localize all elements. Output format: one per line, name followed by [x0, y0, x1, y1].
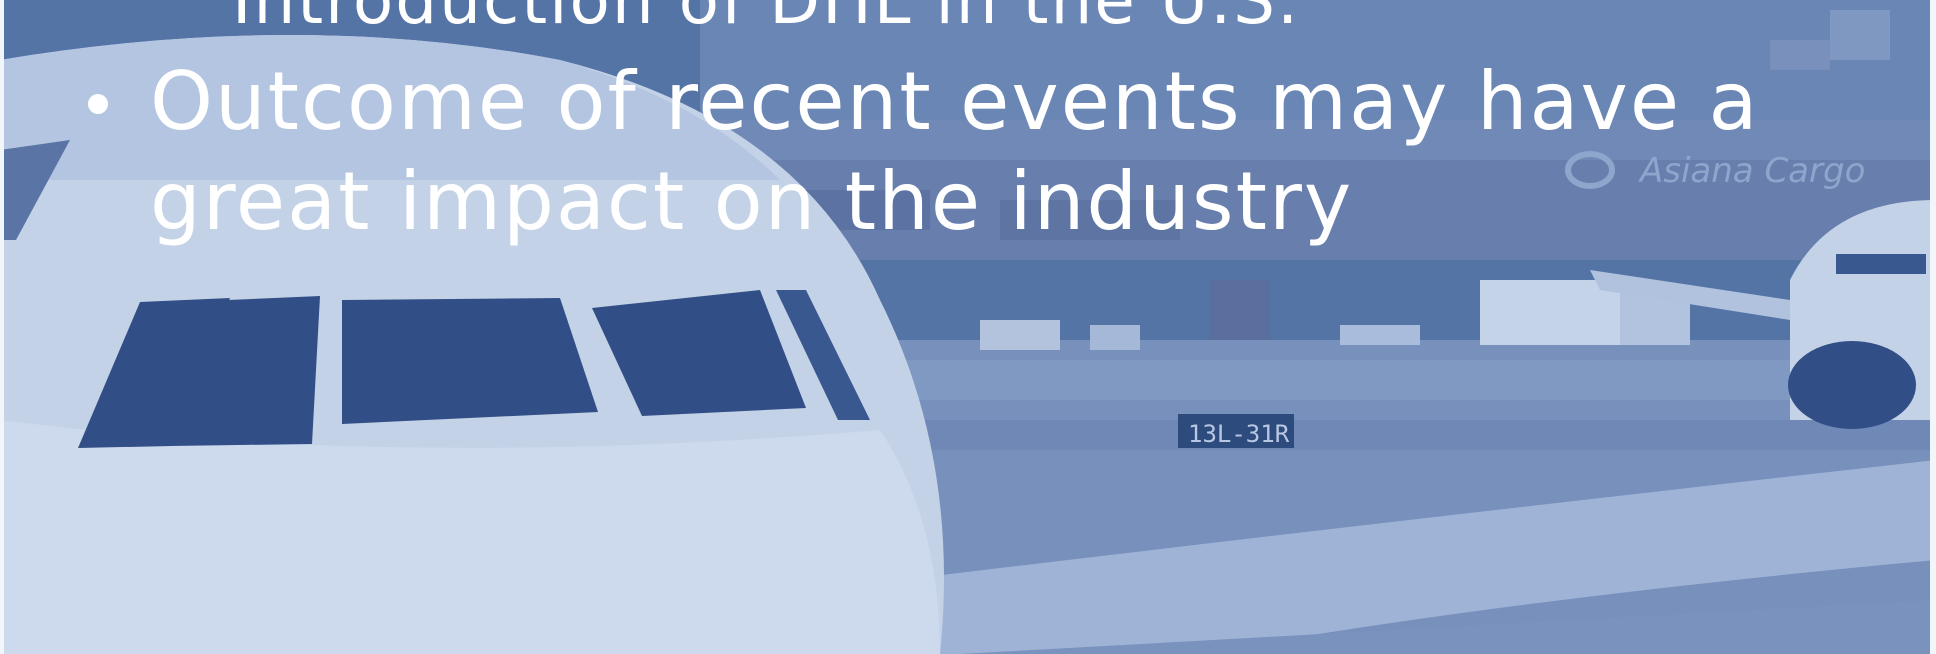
- bullet-line-1: Outcome of recent events may have a: [150, 55, 1760, 148]
- terminal-sign: Asiana Cargo: [1638, 151, 1865, 191]
- sub-bullet-text: Introduction of DHL in the U.S.: [232, 0, 1301, 39]
- slide: Asiana Cargo 13L-31R Introduction of DHL…: [0, 0, 1936, 654]
- bullet-icon: [88, 94, 108, 114]
- slide-right-border: [1930, 0, 1936, 654]
- slide-left-border: [0, 0, 4, 654]
- svg-text:13L-31R: 13L-31R: [1188, 420, 1290, 448]
- bullet-line-2: great impact on the industry: [150, 155, 1354, 248]
